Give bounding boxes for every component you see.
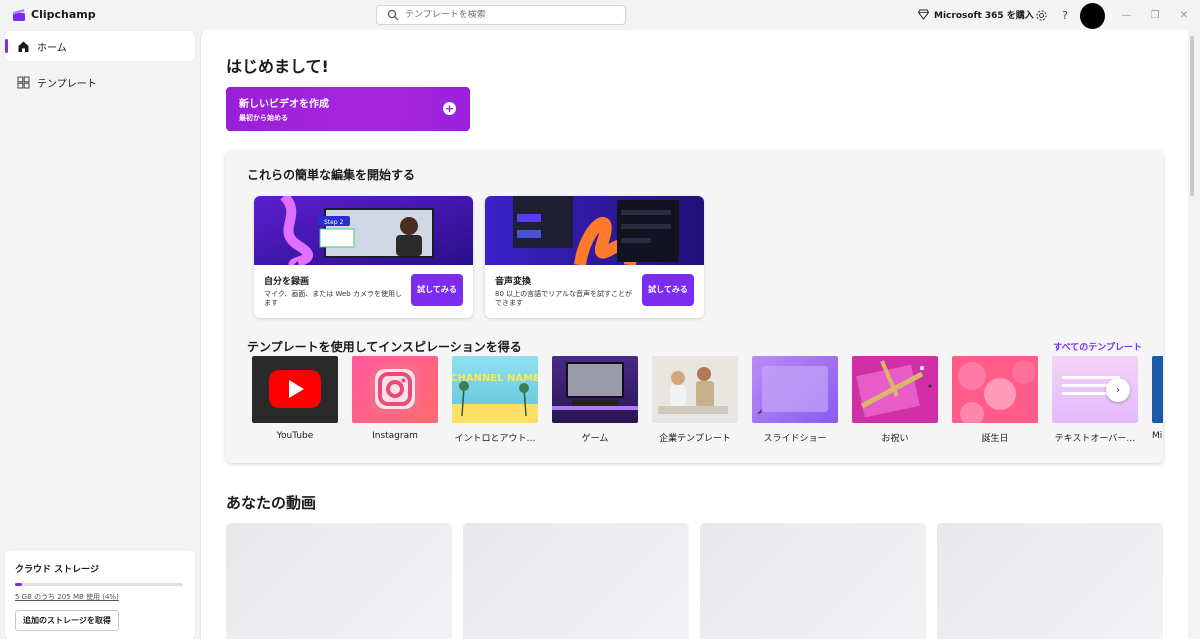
template-item-intro-outro[interactable]: CHANNEL NAME イントロとアウト… (452, 356, 538, 444)
sidebar-item-home[interactable]: ホーム (5, 31, 195, 61)
sidebar: ホーム テンプレート クラウド ストレージ 5 GB のうち 205 MB 使用… (0, 30, 200, 639)
corporate-thumbnail (652, 356, 738, 423)
buy-microsoft-365-button[interactable]: Microsoft 365 を購入 (918, 8, 1034, 21)
storage-title: クラウド ストレージ (15, 565, 99, 575)
search-input[interactable] (405, 10, 605, 20)
template-label: 誕生日 (981, 434, 1009, 444)
template-label: テキストオーバー… (1054, 434, 1136, 444)
templates-icon (17, 76, 30, 88)
record-yourself-thumbnail: Step 2 (254, 196, 473, 265)
help-icon[interactable]: ? (1058, 8, 1072, 22)
sidebar-item-templates[interactable]: テンプレート (5, 67, 195, 97)
template-label: スライドショー (763, 434, 827, 444)
step-label: Step 2 (324, 219, 344, 226)
try-record-button[interactable]: 試してみる (411, 274, 463, 306)
sidebar-item-label: ホーム (37, 42, 67, 54)
more-thumbnail (1152, 356, 1163, 423)
template-item-text-overlay[interactable]: テキストオーバー… (1052, 356, 1138, 444)
record-yourself-card[interactable]: Step 2 自分を録画 マイク、画面、または Web カメラを使用します 試し… (254, 196, 473, 318)
window-restore-icon[interactable]: ❐ (1147, 7, 1163, 23)
card-title: 自分を録画 (264, 277, 310, 287)
sidebar-item-label: テンプレート (37, 78, 97, 90)
storage-progress-bar (15, 583, 183, 586)
quick-edits-title: これらの簡単な編集を開始する (247, 168, 416, 182)
video-card-placeholder[interactable] (463, 523, 689, 639)
template-item-slideshow[interactable]: スライドショー (752, 356, 838, 444)
quick-edits-panel: これらの簡単な編集を開始する Step 2 自分を録画 マイク、画面、または W… (226, 151, 1163, 463)
template-item-birthday[interactable]: 誕生日 (952, 356, 1038, 444)
text-to-speech-info: 音声変換 80 以上の言語でリアルな音声を試すことができます (495, 274, 635, 309)
scrollbar-thumb[interactable] (1190, 36, 1194, 196)
home-icon (18, 41, 29, 52)
template-item-instagram[interactable]: Instagram (352, 356, 438, 441)
text-to-speech-card[interactable]: 音声変換 80 以上の言語でリアルな音声を試すことができます 試してみる (485, 196, 704, 318)
template-label: YouTube (276, 431, 314, 441)
template-item-celebration[interactable]: お祝い (852, 356, 938, 444)
gaming-thumbnail (552, 356, 638, 423)
template-label: お祝い (881, 434, 909, 444)
video-card-placeholder[interactable] (226, 523, 452, 639)
celebration-thumbnail (852, 356, 938, 423)
clipchamp-logo-icon (13, 9, 25, 21)
card-description: マイク、画面、または Web カメラを使用します (264, 290, 402, 308)
template-label: 企業テンプレート (659, 434, 731, 444)
template-item-more[interactable]: Mi (1152, 356, 1163, 441)
template-label: Instagram (372, 431, 418, 441)
create-new-video-button[interactable]: 新しいビデオを作成 最初から始める + (226, 87, 470, 131)
slideshow-thumbnail (752, 356, 838, 423)
templates-section-title: テンプレートを使用してインスピレーションを得る (247, 340, 522, 354)
youtube-icon (252, 356, 338, 423)
create-video-subtitle: 最初から始める (239, 114, 288, 122)
your-videos-title: あなたの動画 (226, 494, 317, 512)
title-bar: Clipchamp Microsoft 365 を購入 ? — ❐ ✕ (0, 0, 1200, 30)
plus-icon: + (443, 102, 456, 115)
instagram-icon (352, 356, 438, 423)
app-name: Clipchamp (31, 8, 96, 21)
search-icon (387, 9, 399, 21)
window-minimize-icon[interactable]: — (1118, 7, 1134, 23)
create-video-title: 新しいビデオを作成 (239, 99, 329, 110)
video-card-placeholder[interactable] (937, 523, 1163, 639)
ms365-label: Microsoft 365 を購入 (934, 11, 1034, 21)
card-description: 80 以上の言語でリアルな音声を試すことができます (495, 290, 633, 308)
record-yourself-info: 自分を録画 マイク、画面、または Web カメラを使用します (264, 274, 404, 309)
template-label: ゲーム (581, 434, 609, 444)
card-title: 音声変換 (495, 277, 532, 287)
birthday-thumbnail (952, 356, 1038, 423)
template-item-youtube[interactable]: YouTube (252, 356, 338, 441)
cloud-storage-panel: クラウド ストレージ 5 GB のうち 205 MB 使用 (4%) 追加のスト… (5, 550, 195, 639)
settings-gear-icon[interactable] (1034, 8, 1048, 22)
diamond-icon (918, 9, 929, 20)
user-avatar[interactable] (1080, 3, 1105, 29)
storage-progress-fill (15, 583, 22, 586)
window-close-icon[interactable]: ✕ (1176, 7, 1192, 23)
all-templates-link[interactable]: すべてのテンプレート (1053, 340, 1142, 353)
page-title: はじめまして! (226, 57, 329, 76)
try-text-to-speech-button[interactable]: 試してみる (642, 274, 694, 306)
main-content: はじめまして! 新しいビデオを作成 最初から始める + これらの簡単な編集を開始… (200, 30, 1188, 639)
intro-thumbnail: CHANNEL NAME (452, 356, 538, 423)
templates-next-chevron-icon[interactable]: › (1106, 378, 1130, 402)
template-label: Mi (1152, 431, 1163, 441)
template-item-corporate[interactable]: 企業テンプレート (652, 356, 738, 444)
template-label: イントロとアウト… (454, 434, 536, 444)
storage-usage-link[interactable]: 5 GB のうち 205 MB 使用 (4%) (15, 592, 185, 602)
search-box[interactable] (376, 5, 626, 25)
video-card-placeholder[interactable] (700, 523, 926, 639)
text-to-speech-thumbnail (485, 196, 704, 265)
template-item-gaming[interactable]: ゲーム (552, 356, 638, 444)
get-more-storage-button[interactable]: 追加のストレージを取得 (15, 610, 119, 631)
